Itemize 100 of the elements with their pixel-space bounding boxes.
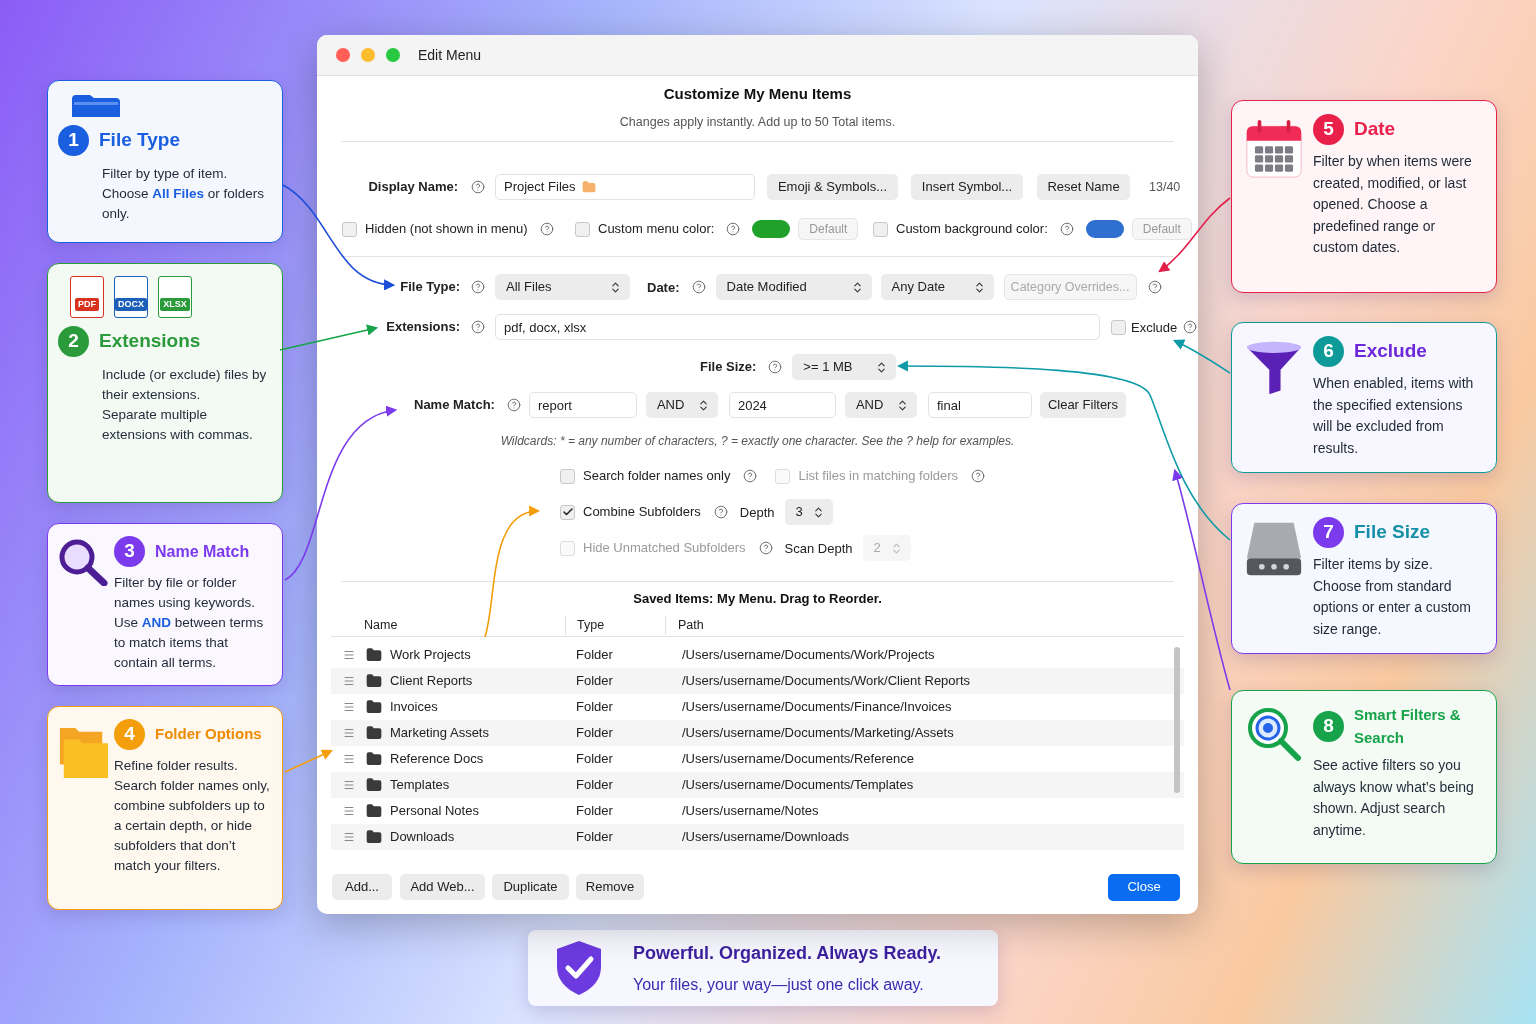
clear-filters-button[interactable]: Clear Filters: [1039, 392, 1126, 418]
help-icon[interactable]: [1147, 280, 1162, 294]
toolbar-button[interactable]: Insert Symbol...: [911, 174, 1023, 200]
column-header[interactable]: Path: [665, 616, 704, 635]
callout-text: When enabled, items with the specified extensions will be excluded from results.: [1313, 374, 1475, 458]
help-icon[interactable]: [1183, 320, 1198, 334]
footer-button[interactable]: Add...: [332, 874, 392, 900]
file-type-dropdown[interactable]: All Files: [495, 274, 630, 300]
callout-title: File Type: [99, 128, 180, 153]
table-cell-text: /Users/username/Documents/Finance/Invoices: [682, 698, 952, 717]
folder-icon: [366, 647, 382, 663]
table-row[interactable]: Marketing Assets Folder /Users/username/Documents/Marketing/Assets: [331, 720, 1184, 746]
table-cell-text: Reference Docs: [390, 750, 485, 769]
toolbar-button[interactable]: Reset Name: [1037, 174, 1130, 200]
table-cell-text: /Users/username/Notes: [682, 802, 819, 821]
callout-text: Filter by when items were created, modified, or last opened. Choose a predefined range or custom dates.: [1313, 152, 1473, 257]
step-number: 1: [58, 125, 89, 156]
table-cell-text: Folder: [576, 828, 614, 847]
table-row[interactable]: Downloads Folder /Users/username/Downloads: [331, 824, 1184, 850]
drag-handle-icon: [343, 805, 355, 817]
field-label: File Size:: [700, 358, 757, 377]
help-icon[interactable]: [768, 360, 783, 374]
folder-icon: [366, 777, 382, 793]
file-size-dropdown[interactable]: >= 1 MB: [792, 354, 897, 380]
callout-text: Include (or exclude) files by their extensions.: [102, 366, 268, 404]
magnifier-icon: [58, 538, 108, 586]
folder-icon: [366, 803, 382, 819]
checkbox[interactable]: [560, 468, 575, 484]
close-window-button[interactable]: [336, 48, 350, 62]
callout-text: Filter by file or folder names using keywords. Use AND between terms to match items that contain all terms.: [114, 574, 265, 672]
table-cell-text: /Users/username/Documents/Templates: [682, 776, 914, 795]
help-icon[interactable]: [713, 505, 728, 519]
checkbox[interactable]: [560, 504, 575, 520]
help-icon[interactable]: [539, 222, 554, 236]
step-number: 2: [58, 326, 89, 357]
table-row[interactable]: Client Reports Folder /Users/username/Documents/Work/Client Reports: [331, 668, 1184, 694]
footer-button[interactable]: Add Web...: [400, 874, 485, 900]
callout-text: Separate multiple extensions with commas.: [102, 406, 254, 444]
depth-stepper[interactable]: 3: [784, 499, 833, 525]
column-header[interactable]: Type: [565, 616, 665, 635]
extensions-field[interactable]: pdf, docx, xlsx: [495, 314, 1100, 340]
help-icon[interactable]: [726, 222, 741, 236]
drag-handle-icon: [343, 675, 355, 687]
callout-title: Name Match: [155, 541, 250, 562]
checkbox[interactable]: [575, 221, 590, 237]
display-name-field[interactable]: Project Files: [495, 174, 755, 200]
table-cell-text: Folder: [576, 750, 614, 769]
keyword-field[interactable]: 2024: [728, 392, 836, 418]
toolbar-button[interactable]: Emoji & Symbols...: [767, 174, 898, 200]
banner-subtitle: Your files, your way—just one click away.: [633, 974, 925, 995]
help-icon[interactable]: [691, 280, 706, 294]
operator-dropdown[interactable]: AND: [645, 392, 718, 418]
checkbox[interactable]: [1111, 319, 1126, 335]
table-cell-text: Templates: [390, 776, 451, 795]
date-field-dropdown[interactable]: Date Modified: [715, 274, 872, 300]
table-row[interactable]: Templates Folder /Users/username/Documents/Templates: [331, 772, 1184, 798]
help-icon[interactable]: [471, 180, 485, 194]
folder-icon: [70, 93, 122, 117]
window-title: Edit Menu: [418, 45, 482, 65]
callout-title: Folder Options: [155, 724, 262, 745]
date-range-dropdown[interactable]: Any Date: [880, 274, 994, 300]
keyword-field[interactable]: final: [927, 392, 1032, 418]
help-icon[interactable]: [758, 541, 773, 555]
scrollbar[interactable]: [1174, 647, 1180, 793]
banner-title: Powerful. Organized. Always Ready.: [633, 941, 942, 965]
help-icon[interactable]: [506, 398, 521, 412]
table-cell-text: /Users/username/Downloads: [682, 828, 849, 847]
step-number: 3: [114, 536, 145, 567]
shield-check-icon: [554, 939, 604, 997]
checkbox[interactable]: [873, 221, 888, 237]
help-icon[interactable]: [743, 469, 758, 483]
table-cell-text: /Users/username/Documents/Work/Client Reports: [682, 672, 971, 691]
field-label: Scan Depth: [784, 541, 853, 556]
drag-handle-icon: [343, 779, 355, 791]
help-icon[interactable]: [471, 320, 485, 334]
step-number: 7: [1313, 517, 1344, 548]
checkbox[interactable]: [342, 221, 357, 237]
table-cell-text: /Users/username/Documents/Marketing/Assets: [682, 724, 954, 743]
operator-dropdown[interactable]: AND: [844, 392, 917, 418]
table-cell-text: Folder: [576, 802, 614, 821]
footer-button[interactable]: Remove: [576, 874, 644, 900]
table-cell-text: /Users/username/Documents/Work/Projects: [682, 646, 935, 665]
table-cell-text: Client Reports: [390, 672, 474, 691]
help-icon[interactable]: [471, 280, 485, 294]
close-button[interactable]: Close: [1108, 873, 1180, 901]
color-swatch[interactable]: [752, 220, 791, 238]
keyword-field[interactable]: report: [528, 392, 637, 418]
table-cell-text: Invoices: [390, 698, 439, 717]
table-cell-text: Personal Notes: [390, 802, 480, 821]
table-cell-text: Marketing Assets: [390, 724, 490, 743]
help-icon[interactable]: [1059, 222, 1074, 236]
callout-text: See active filters so you always know what’s being shown. Adjust search anytime.: [1313, 756, 1475, 840]
help-icon[interactable]: [971, 469, 986, 483]
column-header[interactable]: Name: [331, 616, 565, 635]
color-swatch[interactable]: [1085, 220, 1124, 238]
footer-button[interactable]: Duplicate: [492, 874, 569, 900]
field-label: Display Name:: [367, 178, 458, 197]
magnifier-icon: [1246, 706, 1302, 762]
folder-icon: [366, 725, 382, 741]
field-label: Depth: [739, 505, 775, 520]
